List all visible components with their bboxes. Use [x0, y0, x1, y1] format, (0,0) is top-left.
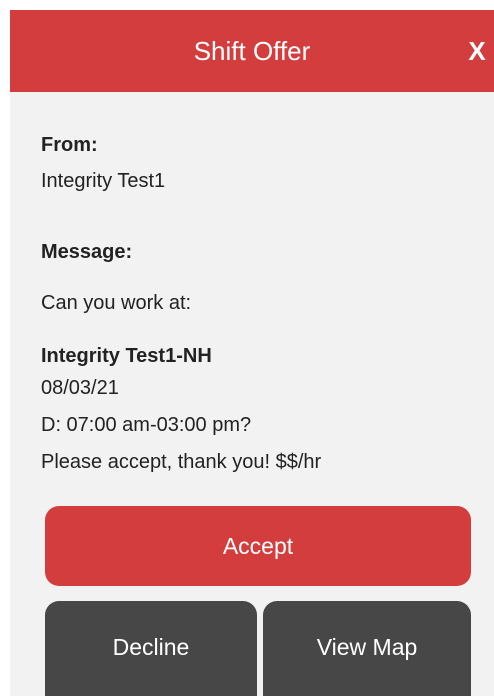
decline-button[interactable]: Decline	[45, 601, 257, 696]
facility-name: Integrity Test1-NH	[41, 345, 212, 367]
dialog-header: Shift Offer X	[10, 10, 494, 92]
dialog-title: Shift Offer	[193, 36, 311, 66]
message-intro: Can you work at:	[41, 292, 192, 314]
sender-name: Integrity Test1	[41, 170, 166, 192]
accept-button[interactable]: Accept	[45, 506, 471, 586]
message-label: Message:	[41, 241, 133, 263]
from-label: From:	[41, 134, 98, 156]
view-map-button[interactable]: View Map	[263, 601, 471, 696]
shift-offer-dialog: Shift Offer X From: Integrity Test1 Mess…	[10, 10, 494, 696]
message-closing: Please accept, thank you! $$/hr	[41, 451, 322, 473]
shift-date: 08/03/21	[41, 377, 119, 399]
shift-time: D: 07:00 am-03:00 pm?	[41, 414, 252, 436]
close-button[interactable]: X	[464, 34, 490, 68]
